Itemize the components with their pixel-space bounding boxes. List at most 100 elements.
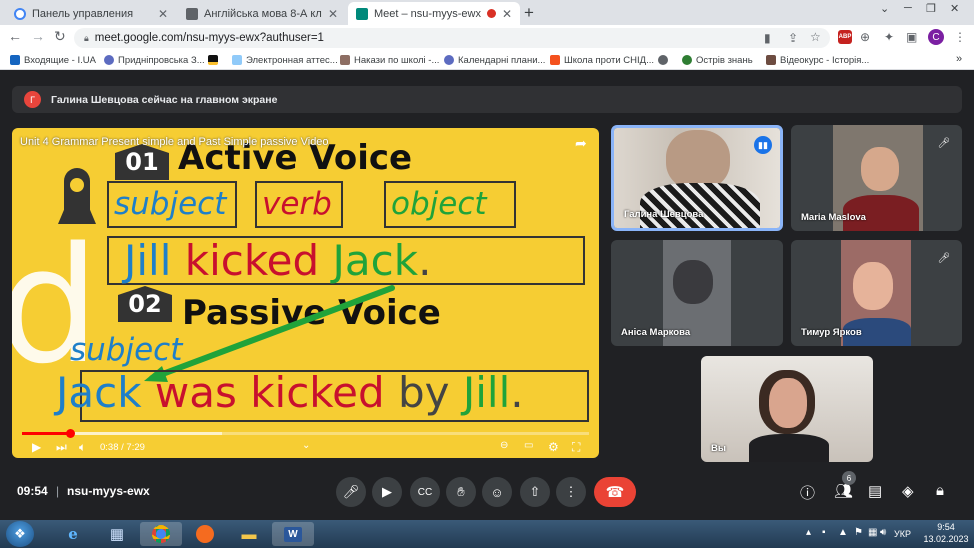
presenter-avatar: Г (24, 91, 41, 108)
bookmark-item[interactable]: Накази по школі -... (340, 53, 439, 67)
profile-avatar[interactable]: C (928, 29, 944, 45)
taskbar-word[interactable]: W (272, 522, 314, 546)
blogger-icon (550, 55, 560, 65)
video-progress-fill (22, 432, 70, 435)
tab-meet[interactable]: Meet – nsu-myys-ewx ✕ (348, 2, 520, 25)
signal-icon[interactable]: ▲ (838, 527, 848, 538)
mic-muted-icon: 🎤︎ (937, 137, 951, 149)
fullscreen-icon[interactable]: ⛶ (572, 440, 580, 455)
captions-button[interactable]: CC (410, 477, 440, 507)
participant-tile[interactable]: ▮▮ Галина Шевцова (611, 125, 783, 231)
bookmark-item[interactable] (208, 53, 222, 67)
tab-label: Meet – nsu-myys-ewx (374, 7, 481, 20)
share-icon[interactable]: ⇪ (788, 31, 798, 45)
participant-tile[interactable]: 🎤︎ Тимур Ярков (791, 240, 962, 346)
keyboard-language[interactable]: УКР (894, 529, 911, 539)
shared-video[interactable]: d 01 Active Voice subject verb object Ji… (12, 128, 599, 458)
bookmark-item[interactable] (658, 53, 672, 67)
taskbar-ie[interactable]: e (52, 522, 94, 546)
more-bookmarks-icon[interactable]: » (956, 52, 962, 66)
bookmark-item[interactable]: Відеокурс - Історія... (766, 53, 869, 67)
start-button[interactable]: ❖ (6, 521, 34, 547)
participant-clothes (749, 434, 829, 462)
flag-icon[interactable]: ⚑ (854, 527, 863, 538)
video-scrubber[interactable] (66, 429, 75, 438)
window-close-icon[interactable]: ✕ (950, 2, 959, 15)
classroom-icon (186, 7, 198, 20)
microphone-button[interactable]: 🎤︎ (336, 477, 366, 507)
subtitles-icon[interactable]: ▭ (524, 440, 533, 451)
tray-expand-icon[interactable]: ▴ (806, 527, 811, 538)
bookmark-item[interactable]: Электронная аттес... (232, 53, 338, 67)
camera-button[interactable]: ▶ (372, 477, 402, 507)
settings-gear-icon[interactable]: ⚙ (548, 440, 559, 454)
clock-separator: | (56, 484, 60, 498)
menu-kebab-icon[interactable]: ⋮ (954, 30, 966, 44)
tab-control-panel[interactable]: Панель управления ✕ (6, 2, 176, 25)
speaker-icon[interactable]: 🔊︎ (880, 527, 886, 538)
more-options-button[interactable]: ⋮ (556, 477, 586, 507)
word-icon: W (284, 526, 302, 542)
participant-face (666, 130, 730, 190)
side-panel-icon[interactable]: ▣ (906, 30, 917, 44)
meeting-clock: 09:54 (17, 484, 48, 498)
chat-icon[interactable]: ▤ (868, 482, 882, 500)
meeting-info-icon[interactable]: ⓘ (800, 482, 815, 503)
reactions-button[interactable]: ☺ (482, 477, 512, 507)
bookmark-item[interactable]: Придніпровська З... (104, 53, 205, 67)
address-bar[interactable]: 🔒︎ meet.google.com/nsu-myys-ewx?authuser… (74, 28, 830, 48)
taskbar-chrome[interactable] (140, 522, 182, 546)
next-icon[interactable]: ⏭ (56, 440, 67, 455)
present-screen-icon: ⇧ (529, 484, 541, 499)
bookmark-star-icon[interactable]: ☆ (810, 30, 821, 44)
activities-icon[interactable]: ◈ (902, 482, 914, 500)
reload-icon[interactable]: ↻ (54, 28, 66, 45)
end-call-button[interactable]: ☎︎ (594, 477, 636, 507)
extensions-puzzle-icon[interactable]: ✦ (884, 30, 894, 44)
globe-icon (658, 55, 668, 65)
meeting-code: nsu-myys-ewx (67, 484, 150, 498)
back-icon[interactable]: ← (8, 28, 22, 44)
chevron-down-icon[interactable]: ⌄ (302, 440, 310, 451)
video-title[interactable]: Unit 4 Grammar Present simple and Past S… (20, 136, 329, 148)
present-button[interactable]: ⇧ (520, 477, 550, 507)
bookmark-item[interactable]: Календарні плани... (444, 53, 545, 67)
host-controls-icon[interactable]: 🔒︎ (936, 482, 944, 499)
recording-icon (486, 9, 496, 18)
adblock-icon[interactable]: ABP (838, 30, 852, 44)
network-icon[interactable]: ▦ (868, 527, 877, 538)
bookmark-item[interactable]: Входящие - I.UA (10, 53, 96, 67)
system-clock[interactable]: 9:54 13.02.2023 (923, 521, 969, 545)
raise-hand-button[interactable]: ✋︎ (446, 477, 476, 507)
play-icon[interactable]: ▶ (32, 440, 41, 454)
extension-globe-icon[interactable]: ⊕ (860, 30, 870, 44)
palm-icon (682, 55, 692, 65)
participant-tile[interactable]: 🎤︎ Maria Maslova (791, 125, 962, 231)
participant-tile[interactable]: Аніса Маркова (611, 240, 783, 346)
participant-tile-self[interactable]: Вы (701, 356, 873, 462)
close-icon[interactable]: ✕ (502, 7, 512, 21)
taskbar-explorer[interactable]: ▬ (228, 522, 270, 546)
taskbar-app[interactable]: ▦ (96, 522, 138, 546)
close-icon[interactable]: ✕ (158, 7, 168, 21)
bookmark-item[interactable]: Острів знань (682, 53, 753, 67)
bookmark-icon (104, 55, 114, 65)
passive-sentence: Jack was kicked by Jill. (56, 368, 524, 417)
share-arrow-icon[interactable]: ➦ (575, 135, 587, 152)
volume-icon[interactable]: 🔈︎ (79, 440, 86, 455)
bookmark-item[interactable]: Школа проти СНІД... (550, 53, 654, 67)
minimize-icon[interactable]: ─ (904, 2, 912, 14)
chrome-icon (152, 525, 170, 543)
forward-icon[interactable]: → (31, 28, 45, 44)
taskbar-avast[interactable] (184, 522, 226, 546)
tab-english-class[interactable]: Англійська мова 8-А клас ✕ (178, 2, 346, 25)
document-app-icon: ▦ (109, 526, 125, 543)
close-icon[interactable]: ✕ (328, 7, 338, 21)
tab-search-icon[interactable]: ⌄ (880, 2, 889, 15)
restore-icon[interactable]: ❐ (926, 2, 936, 15)
meet-icon (356, 7, 368, 20)
tray-app-icon[interactable]: ▪ (822, 527, 826, 538)
camera-icon[interactable]: ▮ (764, 31, 771, 45)
new-tab-button[interactable]: + (524, 3, 534, 23)
autoplay-toggle-icon[interactable]: ⊖ (500, 440, 508, 451)
